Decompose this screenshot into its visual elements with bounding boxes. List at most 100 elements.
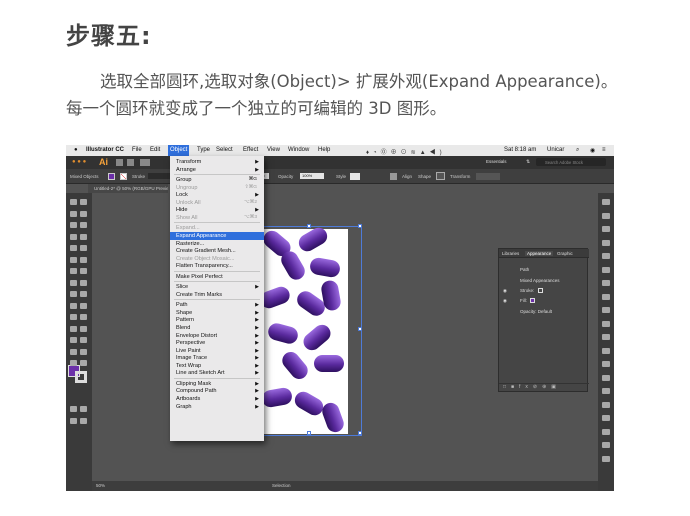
shape-icon[interactable] (436, 172, 445, 180)
panel-icon[interactable] (602, 428, 610, 435)
tab-libraries[interactable]: Libraries (502, 251, 519, 256)
menu-help[interactable]: Help (318, 147, 330, 153)
zoom-level[interactable]: 50% (96, 483, 105, 488)
resize-handle[interactable] (307, 431, 311, 435)
tool-icon[interactable] (70, 360, 77, 366)
tool-icon[interactable] (70, 256, 77, 263)
tool-icon[interactable] (80, 406, 87, 412)
tab-appearance[interactable]: Appearance (525, 251, 554, 256)
graphic-style-swatch[interactable] (350, 173, 360, 180)
tool-icon[interactable] (80, 256, 87, 263)
arrange-docs-icon[interactable] (140, 159, 150, 166)
fill-row[interactable]: ◉ Fill: (502, 296, 586, 305)
panel-icon[interactable] (602, 212, 610, 219)
fill-swatch[interactable] (108, 173, 115, 180)
status-tool[interactable]: Selection (272, 483, 291, 488)
panel-icon[interactable] (602, 320, 610, 327)
tool-icon[interactable] (80, 302, 87, 309)
tool-icon[interactable] (80, 325, 87, 332)
menu-object[interactable]: Object (168, 145, 190, 156)
tool-icon[interactable] (70, 314, 77, 320)
menu-window[interactable]: Window (288, 147, 309, 153)
fill-swatch-icon[interactable] (530, 298, 536, 304)
panel-icon[interactable] (602, 361, 610, 367)
transform-label[interactable]: Transform (450, 174, 470, 179)
tab-graphic-styles[interactable]: Graphic (557, 251, 573, 256)
tool-icon[interactable] (80, 314, 87, 320)
resize-handle[interactable] (307, 224, 311, 228)
app-menu[interactable]: Illustrator CC (86, 147, 124, 153)
opacity-row[interactable]: Opacity: Default (502, 307, 586, 316)
document-tab[interactable]: Untitled-2* @ 50% (RGB/GPU Preview) (88, 184, 168, 193)
panel-icon[interactable] (602, 239, 610, 246)
tool-icon[interactable] (80, 337, 87, 343)
stroke-swatch-icon[interactable] (537, 288, 543, 294)
stroke-color-icon[interactable] (75, 371, 87, 383)
shape-label[interactable]: Shape (418, 174, 431, 179)
menu-item-arrange[interactable]: Arrange ▶ (170, 166, 264, 174)
menu-file[interactable]: File (132, 147, 142, 153)
resize-handle[interactable] (358, 327, 362, 331)
panel-icon[interactable] (602, 442, 610, 448)
tool-icon[interactable] (80, 245, 87, 251)
traffic-lights[interactable]: ● ● ● (72, 159, 86, 165)
panel-icon[interactable] (602, 415, 610, 421)
tool-icon[interactable] (70, 417, 77, 424)
tool-icon[interactable] (70, 302, 77, 309)
panel-icon[interactable] (602, 347, 610, 354)
tool-icon[interactable] (80, 233, 87, 240)
panel-icon[interactable] (602, 455, 610, 462)
menu-edit[interactable]: Edit (150, 147, 160, 153)
panel-icon[interactable] (602, 334, 610, 340)
tool-icon[interactable] (80, 268, 87, 274)
tool-icon[interactable] (70, 222, 77, 228)
resize-handle[interactable] (358, 224, 362, 228)
tool-icon[interactable] (70, 210, 77, 217)
eye-icon[interactable]: ◉ (503, 296, 507, 305)
tool-icon[interactable] (70, 279, 77, 286)
selection-bounding-box[interactable] (254, 224, 362, 436)
sync-icon[interactable]: ⇅ (526, 159, 530, 165)
menu-item-flatten-transparency[interactable]: Flatten Transparency... (170, 262, 264, 270)
menu-item-graph[interactable]: Graph ▶ (170, 403, 264, 411)
panel-icon[interactable] (602, 401, 610, 408)
stock-icon[interactable] (127, 159, 134, 166)
isolate-icons[interactable] (476, 173, 500, 180)
panel-icon[interactable] (602, 226, 610, 232)
menu-item-line-and-sketch-art[interactable]: Line and Sketch Art ▶ (170, 369, 264, 377)
apple-icon[interactable]: ● (74, 147, 78, 153)
menu-type[interactable]: Type (197, 147, 210, 153)
menu-select[interactable]: Select (216, 147, 233, 153)
tool-icon[interactable] (80, 417, 87, 424)
stroke-row[interactable]: ◉ Stroke: (502, 286, 586, 295)
tool-icon[interactable] (80, 222, 87, 228)
panel-icon[interactable] (602, 199, 610, 205)
stock-search-input[interactable]: Search Adobe Stock (536, 158, 606, 166)
tool-icon[interactable] (70, 245, 77, 251)
panel-icon[interactable] (602, 266, 610, 273)
tool-icon[interactable] (70, 348, 77, 355)
panel-icon[interactable] (602, 280, 610, 286)
tool-icon[interactable] (80, 348, 87, 355)
align-label[interactable]: Align (402, 174, 412, 179)
tool-icon[interactable] (80, 360, 87, 366)
list-icon[interactable]: ≡ (602, 147, 606, 153)
recolor-icon[interactable] (390, 173, 397, 180)
panel-icon[interactable] (602, 374, 610, 381)
tool-icon[interactable] (80, 199, 87, 205)
menu-view[interactable]: View (267, 147, 280, 153)
bridge-icon[interactable] (116, 159, 123, 166)
tool-icon[interactable] (70, 337, 77, 343)
panel-icon[interactable] (602, 388, 610, 394)
siri-icon[interactable]: ◉ (590, 147, 595, 154)
menu-item-make-pixel-perfect[interactable]: Make Pixel Perfect (170, 273, 264, 281)
panel-icon[interactable] (602, 293, 610, 300)
tool-icon[interactable] (80, 279, 87, 286)
panel-footer-icons[interactable]: □■fx⊘⊕▣ (499, 383, 589, 392)
workspace-switcher[interactable]: Essentials (486, 159, 507, 164)
panel-icon[interactable] (602, 307, 610, 313)
panel-icon[interactable] (602, 253, 610, 259)
tool-icon[interactable] (80, 291, 87, 297)
menu-effect[interactable]: Effect (243, 147, 258, 153)
mixed-appearances-row[interactable]: Mixed Appearances (502, 276, 586, 285)
